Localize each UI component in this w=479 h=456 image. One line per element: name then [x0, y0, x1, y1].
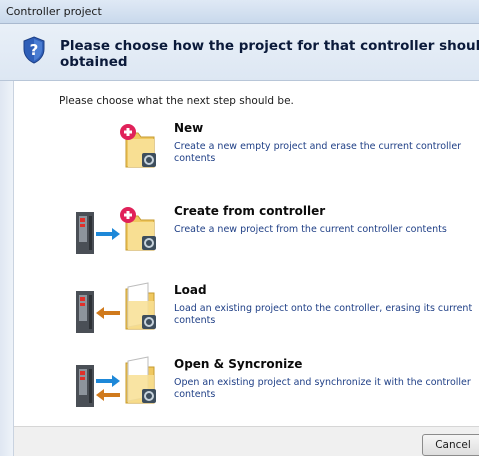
option-create-description: Create a new project from the current co…	[174, 224, 447, 235]
option-new-description: Create a new empty project and erase the…	[174, 141, 462, 164]
load-project-icon	[76, 282, 156, 333]
svg-text:?: ?	[30, 41, 39, 59]
option-new-title: New	[174, 121, 204, 135]
help-shield-icon: ?	[23, 36, 45, 64]
intro-text: Please choose what the next step should …	[59, 95, 294, 107]
dialog-content: Please choose what the next step should …	[14, 81, 479, 426]
window-titlebar[interactable]: Controller project	[0, 0, 479, 24]
option-new[interactable]: New Create a new empty project and erase…	[14, 119, 479, 179]
option-load[interactable]: Load Load an existing project onto the c…	[14, 281, 479, 341]
open-synchronize-icon	[76, 356, 156, 407]
dialog-footer: Cancel	[14, 426, 479, 456]
option-load-title: Load	[174, 283, 207, 297]
new-project-icon	[120, 124, 156, 168]
dialog-heading: Please choose how the project for that c…	[60, 38, 479, 70]
cancel-button[interactable]: Cancel	[422, 434, 479, 456]
option-load-description: Load an existing project onto the contro…	[174, 303, 473, 326]
dialog-header: ? Please choose how the project for that…	[0, 24, 479, 81]
option-open-synchronize[interactable]: Open & Syncronize Open an existing proje…	[14, 355, 479, 415]
option-create-title: Create from controller	[174, 204, 326, 218]
left-frame	[0, 81, 14, 456]
option-create-from-controller[interactable]: Create from controller Create a new proj…	[14, 202, 479, 262]
option-open-title: Open & Syncronize	[174, 357, 303, 371]
create-from-controller-icon	[76, 207, 156, 254]
window-title: Controller project	[6, 5, 102, 18]
option-open-description: Open an existing project and synchronize…	[174, 377, 471, 400]
